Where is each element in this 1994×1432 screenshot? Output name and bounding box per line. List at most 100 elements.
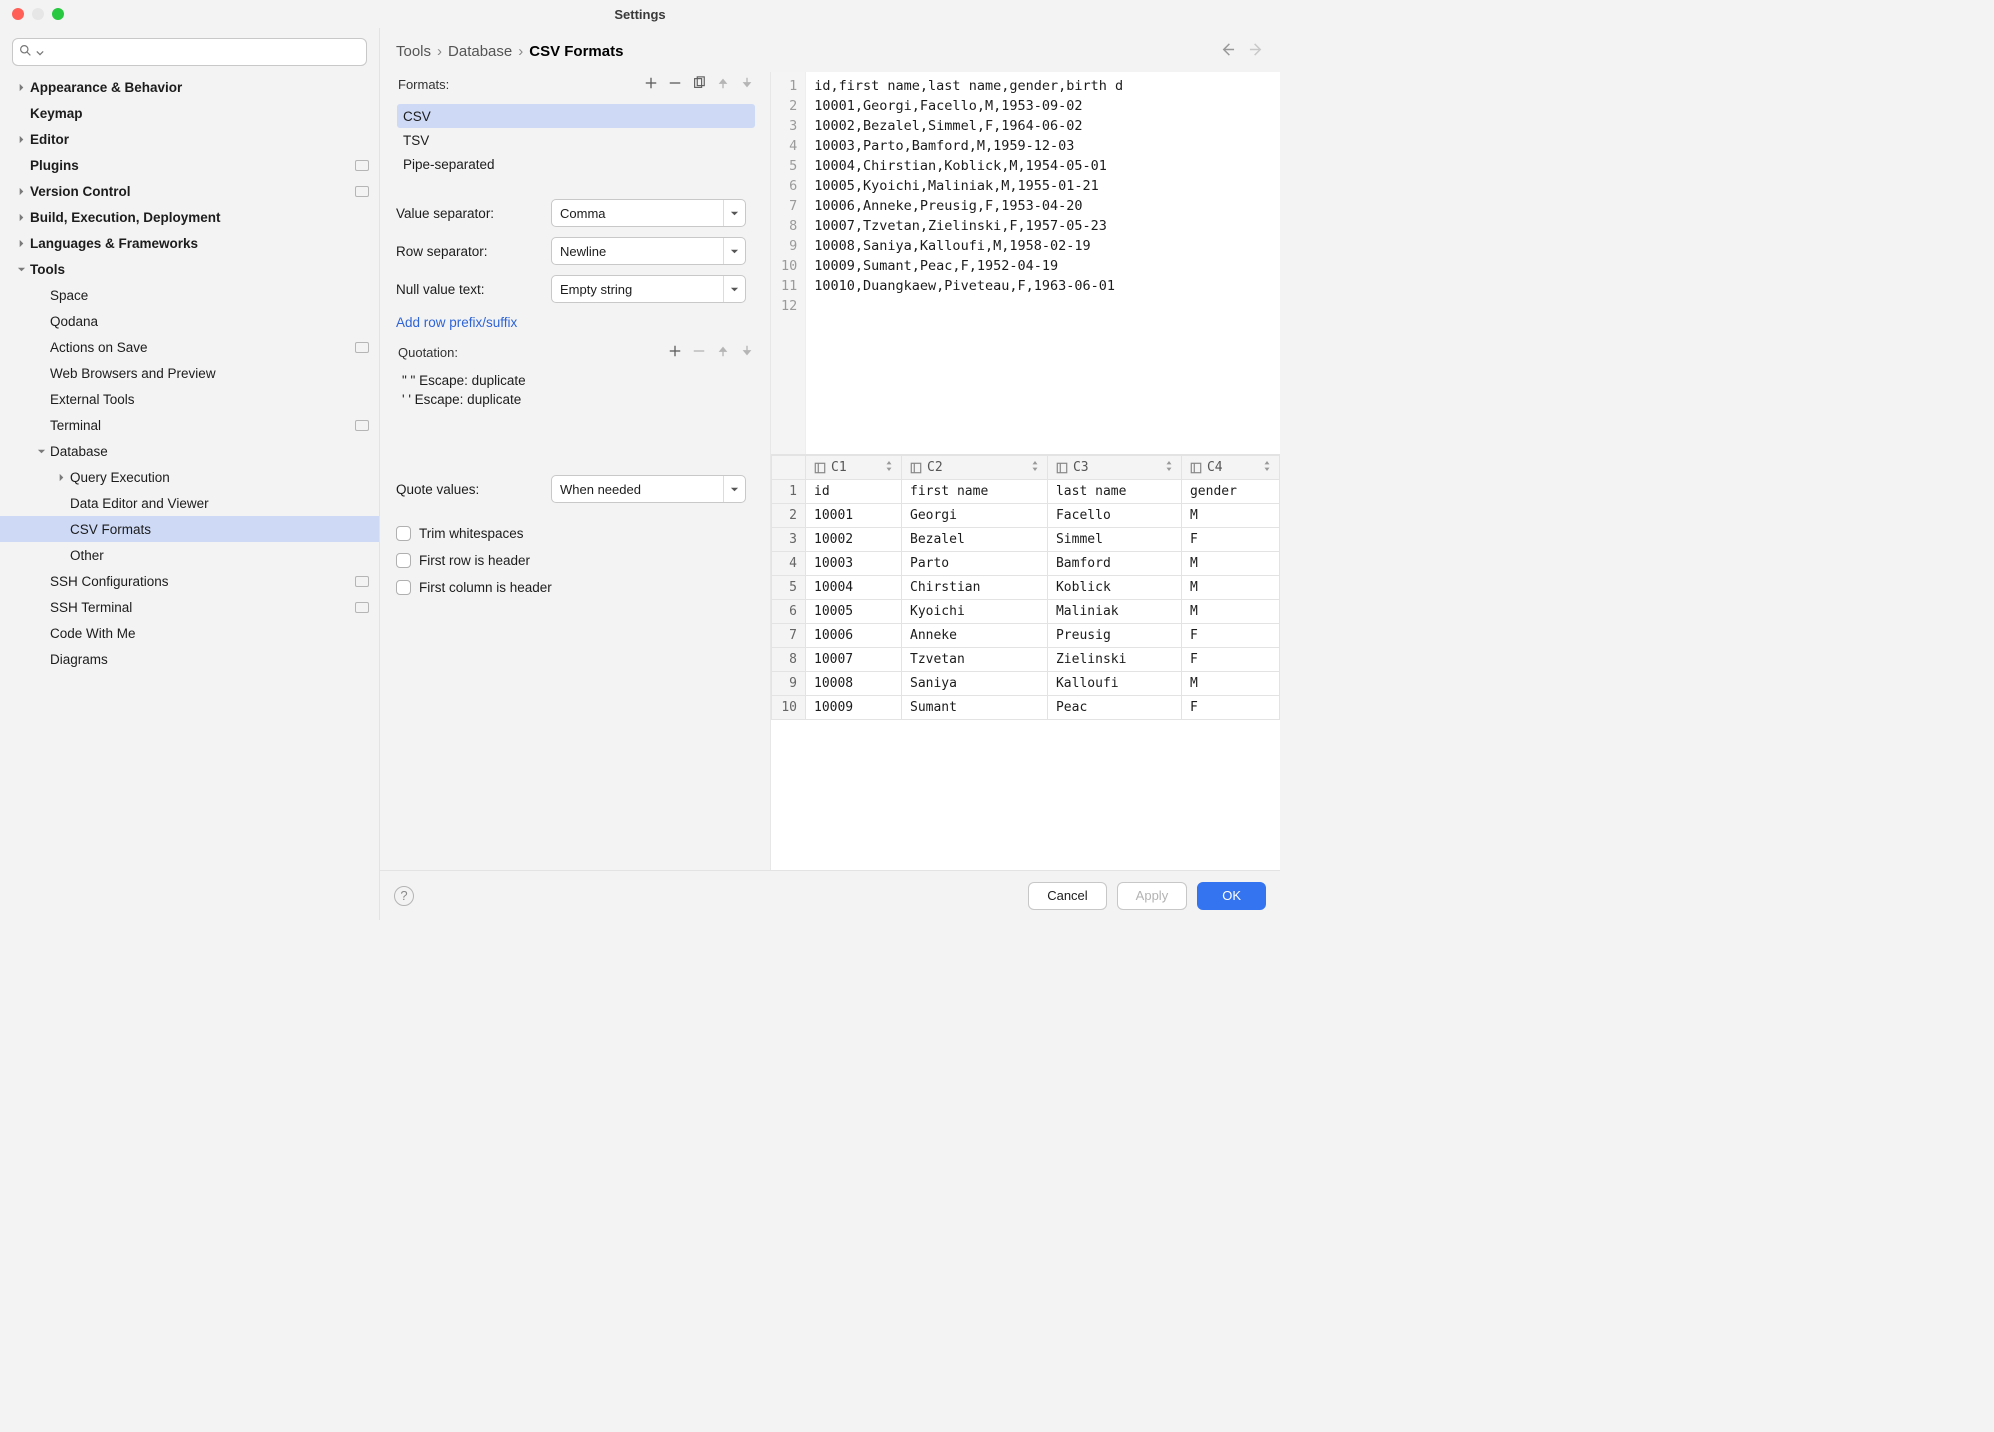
- sidebar-item-keymap[interactable]: Keymap: [0, 100, 379, 126]
- quotation-item[interactable]: " " Escape: duplicate: [396, 371, 756, 390]
- raw-text-preview: 123456789101112 id,first name,last name,…: [771, 72, 1280, 455]
- sidebar-item-appearance-behavior[interactable]: Appearance & Behavior: [0, 74, 379, 100]
- first-row-header-label: First row is header: [419, 553, 530, 568]
- search-options-chevron-icon[interactable]: [36, 45, 44, 60]
- sidebar-item-label: SSH Configurations: [50, 574, 355, 589]
- sidebar-item-label: Database: [50, 444, 369, 459]
- column-header[interactable]: C2: [902, 456, 1048, 480]
- column-header[interactable]: C1: [806, 456, 902, 480]
- table-cell: Kyoichi: [902, 600, 1048, 624]
- table-cell: Georgi: [902, 504, 1048, 528]
- row-separator-select[interactable]: Newline: [551, 237, 746, 265]
- remove-quotation-button[interactable]: [692, 344, 706, 361]
- move-down-button[interactable]: [740, 76, 754, 93]
- null-value-select[interactable]: Empty string: [551, 275, 746, 303]
- format-item-csv[interactable]: CSV: [397, 104, 755, 128]
- table-cell: F: [1181, 648, 1279, 672]
- sidebar-item-code-with-me[interactable]: Code With Me: [0, 620, 379, 646]
- column-header[interactable]: C3: [1047, 456, 1181, 480]
- sidebar-item-actions-on-save[interactable]: Actions on Save: [0, 334, 379, 360]
- formats-header: Formats:: [396, 72, 756, 97]
- sidebar-item-build-execution-deployment[interactable]: Build, Execution, Deployment: [0, 204, 379, 230]
- row-number: 3: [772, 528, 806, 552]
- table-cell: Chirstian: [902, 576, 1048, 600]
- table-preview: C1C2C3C41idfirst namelast namegender2100…: [771, 455, 1280, 870]
- table-cell: M: [1181, 552, 1279, 576]
- quotation-item[interactable]: ' ' Escape: duplicate: [396, 390, 756, 409]
- formats-list[interactable]: CSVTSVPipe-separated: [396, 103, 756, 177]
- sidebar-item-other[interactable]: Other: [0, 542, 379, 568]
- add-quotation-button[interactable]: [668, 344, 682, 361]
- sidebar-item-diagrams[interactable]: Diagrams: [0, 646, 379, 672]
- row-number: 7: [772, 624, 806, 648]
- settings-search[interactable]: [12, 38, 367, 66]
- sidebar-item-ssh-configurations[interactable]: SSH Configurations: [0, 568, 379, 594]
- apply-button[interactable]: Apply: [1117, 882, 1188, 910]
- sidebar-item-qodana[interactable]: Qodana: [0, 308, 379, 334]
- scope-badge-icon: [355, 420, 369, 431]
- table-cell: Kalloufi: [1047, 672, 1181, 696]
- sidebar-item-label: Data Editor and Viewer: [70, 496, 369, 511]
- quotation-list[interactable]: " " Escape: duplicate' ' Escape: duplica…: [396, 371, 756, 409]
- format-item-tsv[interactable]: TSV: [397, 128, 755, 152]
- first-row-header-checkbox[interactable]: [396, 553, 411, 568]
- settings-search-input[interactable]: [48, 45, 360, 60]
- table-cell: 10007: [806, 648, 902, 672]
- sidebar-item-label: Diagrams: [50, 652, 369, 667]
- table-cell: Simmel: [1047, 528, 1181, 552]
- value-separator-select[interactable]: Comma: [551, 199, 746, 227]
- format-item-pipe-separated[interactable]: Pipe-separated: [397, 152, 755, 176]
- sidebar-item-label: Appearance & Behavior: [30, 80, 369, 95]
- scope-badge-icon: [355, 186, 369, 197]
- sidebar-item-plugins[interactable]: Plugins: [0, 152, 379, 178]
- column-header[interactable]: C4: [1181, 456, 1279, 480]
- sidebar-item-database[interactable]: Database: [0, 438, 379, 464]
- sidebar-item-label: Qodana: [50, 314, 369, 329]
- sidebar-item-editor[interactable]: Editor: [0, 126, 379, 152]
- table-cell: Bamford: [1047, 552, 1181, 576]
- sidebar-item-tools[interactable]: Tools: [0, 256, 379, 282]
- table-cell: Facello: [1047, 504, 1181, 528]
- forward-button[interactable]: [1249, 42, 1264, 60]
- table-cell: 10004: [806, 576, 902, 600]
- add-format-button[interactable]: [644, 76, 658, 93]
- table-cell: M: [1181, 576, 1279, 600]
- sidebar-item-terminal[interactable]: Terminal: [0, 412, 379, 438]
- row-number: 8: [772, 648, 806, 672]
- trim-whitespaces-checkbox[interactable]: [396, 526, 411, 541]
- sidebar-item-version-control[interactable]: Version Control: [0, 178, 379, 204]
- table-cell: 10006: [806, 624, 902, 648]
- copy-format-button[interactable]: [692, 76, 706, 93]
- quotation-down-button[interactable]: [740, 344, 754, 361]
- table-cell: 10002: [806, 528, 902, 552]
- table-cell: 10005: [806, 600, 902, 624]
- sidebar-item-space[interactable]: Space: [0, 282, 379, 308]
- help-button[interactable]: ?: [394, 886, 414, 906]
- settings-window: Settings Appearance & BehaviorKeymapEdit…: [0, 0, 1280, 920]
- cancel-button[interactable]: Cancel: [1028, 882, 1106, 910]
- quote-values-select[interactable]: When needed: [551, 475, 746, 503]
- add-row-prefix-suffix-link[interactable]: Add row prefix/suffix: [396, 309, 756, 334]
- table-cell: Peac: [1047, 696, 1181, 720]
- sidebar-item-data-editor-and-viewer[interactable]: Data Editor and Viewer: [0, 490, 379, 516]
- sidebar-item-label: Build, Execution, Deployment: [30, 210, 369, 225]
- remove-format-button[interactable]: [668, 76, 682, 93]
- sidebar-item-languages-frameworks[interactable]: Languages & Frameworks: [0, 230, 379, 256]
- quotation-up-button[interactable]: [716, 344, 730, 361]
- sidebar-item-ssh-terminal[interactable]: SSH Terminal: [0, 594, 379, 620]
- null-value-label: Null value text:: [396, 282, 551, 297]
- sidebar-item-label: Keymap: [30, 106, 369, 121]
- table-cell: first name: [902, 480, 1048, 504]
- sidebar-item-query-execution[interactable]: Query Execution: [0, 464, 379, 490]
- table-cell: gender: [1181, 480, 1279, 504]
- back-button[interactable]: [1220, 42, 1235, 60]
- sidebar-item-csv-formats[interactable]: CSV Formats: [0, 516, 379, 542]
- sidebar-item-web-browsers-and-preview[interactable]: Web Browsers and Preview: [0, 360, 379, 386]
- sidebar-item-external-tools[interactable]: External Tools: [0, 386, 379, 412]
- move-up-button[interactable]: [716, 76, 730, 93]
- first-col-header-checkbox[interactable]: [396, 580, 411, 595]
- table-cell: Sumant: [902, 696, 1048, 720]
- ok-button[interactable]: OK: [1197, 882, 1266, 910]
- tree-arrow-icon: [12, 239, 30, 248]
- settings-tree[interactable]: Appearance & Behavior Keymap EditorPlugins…: [0, 74, 379, 920]
